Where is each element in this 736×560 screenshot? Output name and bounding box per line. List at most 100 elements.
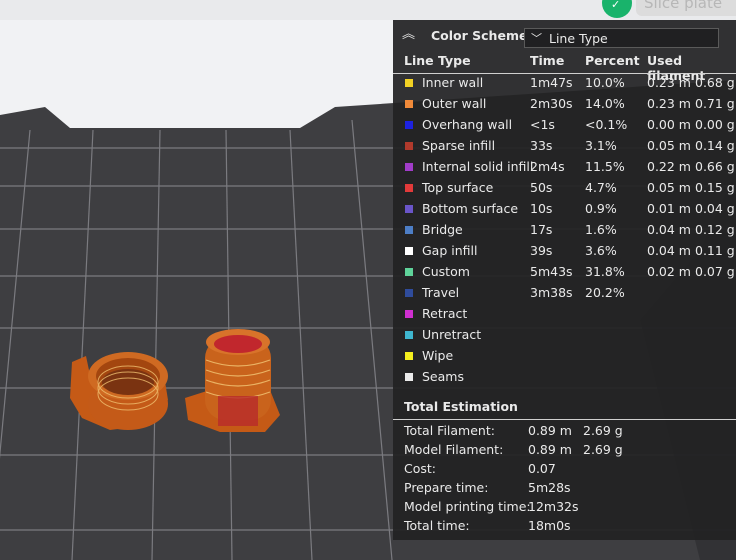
percent-value: 1.6% [585,222,617,237]
chevron-up-double-icon[interactable]: ︽ [402,27,418,43]
percent-value: 31.8% [585,264,625,279]
total-value: 12m32s [528,499,579,514]
total-value: 0.89 m [528,423,572,438]
line-type-name: Sparse infill [422,138,496,153]
total-row: Model Filament: 0.89 m 2.69 g [393,441,736,460]
time-value: 39s [530,243,553,258]
line-type-name: Gap infill [422,243,478,258]
filament-weight: 0.11 g [695,243,735,258]
total-value-secondary: 2.69 g [583,423,623,438]
percent-value: 10.0% [585,75,625,90]
filament-weight: 0.66 g [695,159,735,174]
filament-weight: 0.14 g [695,138,735,153]
filament-length: 0.23 m [647,96,691,111]
legend-row[interactable]: Gap infill 39s 3.6% 0.04 m 0.11 g [393,241,736,262]
legend-row[interactable]: Internal solid infill 2m4s 11.5% 0.22 m 0.66… [393,157,736,178]
line-type-name: Internal solid infill [422,159,534,174]
line-type-name: Outer wall [422,96,487,111]
filament-weight: 0.00 g [695,117,735,132]
legend-panel: ︽ Color Scheme ﹀ Line Type Line Type Tim… [393,20,736,540]
filament-length: 0.05 m [647,180,691,195]
chevron-down-icon: ﹀ [531,32,542,45]
slice-plate-button[interactable]: Slice plate [636,0,736,16]
color-scheme-select[interactable]: ﹀ Line Type [524,28,719,48]
total-value: 0.89 m [528,442,572,457]
filament-length: 0.00 m [647,117,691,132]
total-value: 5m28s [528,480,571,495]
time-value: 1m47s [530,75,573,90]
total-value-secondary: 2.69 g [583,442,623,457]
filament-weight: 0.12 g [695,222,735,237]
percent-value: 4.7% [585,180,617,195]
column-header-line-type: Line Type [404,53,471,68]
filament-weight: 0.04 g [695,201,735,216]
legend-row[interactable]: Retract [393,304,736,325]
legend-row[interactable]: Wipe [393,346,736,367]
column-header-time: Time [530,53,565,68]
total-value: 18m0s [528,518,571,533]
filament-length: 0.05 m [647,138,691,153]
line-type-name: Overhang wall [422,117,513,132]
status-indicator[interactable]: ✓ [602,0,632,18]
color-swatch [405,310,413,318]
percent-value: 3.1% [585,138,617,153]
filament-weight: 0.68 g [695,75,735,90]
total-row: Total Filament: 0.89 m 2.69 g [393,422,736,441]
filament-length: 0.04 m [647,222,691,237]
total-label: Total time: [404,518,470,533]
filament-length: 0.02 m [647,264,691,279]
line-type-name: Seams [422,369,464,384]
total-label: Model printing time: [404,499,531,514]
legend-row[interactable]: Top surface 50s 4.7% 0.05 m 0.15 g [393,178,736,199]
percent-value: 11.5% [585,159,625,174]
percent-value: 0.9% [585,201,617,216]
line-type-name: Inner wall [422,75,484,90]
color-swatch [405,247,413,255]
legend-row[interactable]: Unretract [393,325,736,346]
color-scheme-label: Color Scheme [431,28,528,43]
line-type-name: Bottom surface [422,201,519,216]
filament-length: 0.04 m [647,243,691,258]
time-value: 5m43s [530,264,573,279]
total-label: Total Filament: [404,423,495,438]
total-row: Prepare time: 5m28s [393,479,736,498]
column-header-percent: Percent [585,53,640,68]
filament-weight: 0.15 g [695,180,735,195]
filament-length: 0.22 m [647,159,691,174]
time-value: 50s [530,180,553,195]
color-swatch [405,373,413,381]
color-swatch [405,205,413,213]
total-row: Cost: 0.07 [393,460,736,479]
legend-row[interactable]: Outer wall 2m30s 14.0% 0.23 m 0.71 g [393,94,736,115]
legend-header: ︽ Color Scheme ﹀ Line Type [393,20,736,52]
legend-row[interactable]: Inner wall 1m47s 10.0% 0.23 m 0.68 g [393,73,736,94]
line-type-name: Retract [422,306,468,321]
total-label: Model Filament: [404,442,504,457]
legend-row[interactable]: Overhang wall <1s <0.1% 0.00 m 0.00 g [393,115,736,136]
percent-value: 3.6% [585,243,617,258]
line-type-name: Wipe [422,348,454,363]
total-label: Prepare time: [404,480,489,495]
legend-row[interactable]: Seams [393,367,736,388]
check-icon: ✓ [611,0,621,11]
printed-part-left [70,352,168,430]
column-header-used-filament: Used filament [647,53,706,83]
time-value: <1s [530,117,555,132]
legend-row[interactable]: Travel 3m38s 20.2% [393,283,736,304]
color-swatch [405,331,413,339]
line-type-name: Travel [422,285,460,300]
percent-value: <0.1% [585,117,628,132]
legend-row[interactable]: Bridge 17s 1.6% 0.04 m 0.12 g [393,220,736,241]
color-swatch [405,268,413,276]
time-value: 17s [530,222,553,237]
percent-value: 20.2% [585,285,625,300]
filament-length: 0.23 m [647,75,691,90]
color-swatch [405,100,413,108]
time-value: 33s [530,138,553,153]
legend-row[interactable]: Sparse infill 33s 3.1% 0.05 m 0.14 g [393,136,736,157]
filament-weight: 0.07 g [695,264,735,279]
legend-row[interactable]: Bottom surface 10s 0.9% 0.01 m 0.04 g [393,199,736,220]
percent-value: 14.0% [585,96,625,111]
legend-row[interactable]: Custom 5m43s 31.8% 0.02 m 0.07 g [393,262,736,283]
line-type-name: Top surface [422,180,494,195]
